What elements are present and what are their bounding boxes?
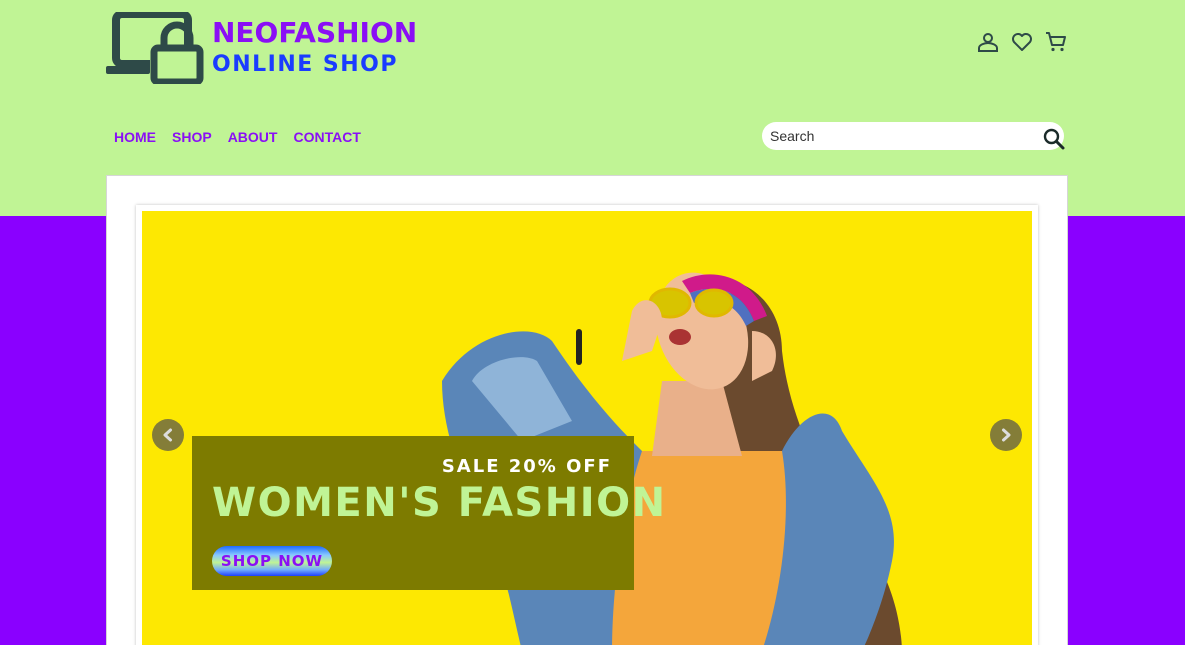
slider-prev-button[interactable] [152, 419, 184, 451]
chevron-left-icon [163, 428, 172, 442]
header-actions [976, 30, 1068, 54]
devices-lock-icon [106, 12, 204, 84]
search-box [762, 122, 1066, 151]
nav-about[interactable]: ABOUT [228, 129, 278, 145]
search-input[interactable] [770, 126, 1040, 146]
user-icon[interactable] [976, 30, 1000, 54]
heart-icon[interactable] [1010, 30, 1034, 54]
nav-shop[interactable]: SHOP [172, 129, 212, 145]
cart-icon[interactable] [1044, 30, 1068, 54]
nav-contact[interactable]: CONTACT [293, 129, 360, 145]
brand-tagline: ONLINE SHOP [212, 52, 399, 77]
slider-next-button[interactable] [990, 419, 1022, 451]
sale-text: SALE 20% OFF [441, 456, 612, 477]
brand-name: NEOFASHION [212, 16, 418, 49]
hero-headline: WOMEN'S FASHION [212, 480, 667, 526]
shop-now-button[interactable]: SHOP NOW [212, 546, 332, 576]
brand-text: NEOFASHION ONLINE SHOP [212, 16, 417, 80]
search-icon[interactable] [1042, 127, 1066, 151]
main-nav: HOME SHOP ABOUT CONTACT [114, 129, 361, 145]
chevron-right-icon [1002, 428, 1011, 442]
hero-caption: SALE 20% OFF WOMEN'S FASHION SHOP NOW [192, 436, 665, 590]
nav-home[interactable]: HOME [114, 129, 156, 145]
hero-slide: SALE 20% OFF WOMEN'S FASHION SHOP NOW [142, 211, 1032, 645]
site-logo[interactable]: NEOFASHION ONLINE SHOP [106, 12, 417, 84]
